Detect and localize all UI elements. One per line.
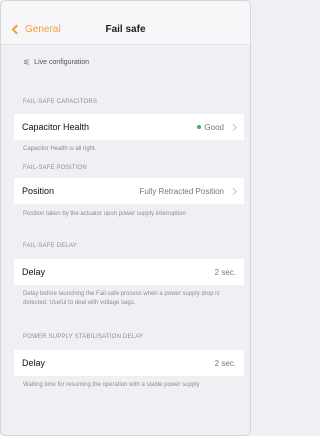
stabilisation-note: Waiting time for resuming the operation … (23, 382, 200, 388)
section-header-delay: FAIL-SAFE DELAY (23, 243, 77, 249)
capacitor-health-note: Capacitor Health is all right. (23, 146, 97, 152)
capacitor-health-value: Good (197, 122, 238, 132)
position-title: Position (22, 186, 55, 196)
capacitor-health-status: Good (204, 122, 224, 132)
live-configuration-row[interactable]: ⚟ Live configuration (23, 58, 89, 67)
section-header-stabilisation: POWER SUPPLY STABILISATION DELAY (23, 334, 144, 340)
chevron-right-icon (229, 123, 238, 131)
navigation-bar: General Fail safe (1, 1, 250, 45)
capacitor-health-title: Capacitor Health (22, 122, 90, 132)
page-title: Fail safe (105, 24, 146, 35)
delay-value: 2 sec. (214, 267, 236, 277)
stabilisation-delay-value: 2 sec. (214, 358, 236, 368)
stabilisation-delay-cell[interactable]: Delay 2 sec. (14, 350, 244, 376)
stabilisation-delay-title: Delay (22, 358, 46, 368)
position-status: Fully Retracted Position (139, 186, 224, 196)
status-dot-icon (197, 125, 202, 129)
section-header-capacitors: FAIL-SAFE CAPACITORS (23, 99, 98, 105)
settings-screen: General Fail safe ⚟ Live configuration F… (0, 0, 251, 436)
live-configuration-label: Live configuration (34, 59, 90, 66)
capacitor-health-cell[interactable]: Capacitor Health Good (14, 114, 244, 140)
section-header-position: FAIL-SAFE POSITION (23, 165, 87, 171)
delay-note: Delay before launching the Fail-safe pro… (23, 291, 220, 306)
position-note: Position taken by the actuator upon powe… (23, 211, 186, 217)
delay-cell[interactable]: Delay 2 sec. (14, 259, 244, 285)
position-cell[interactable]: Position Fully Retracted Position (14, 178, 244, 204)
toggle-icon[interactable]: ⚟ (23, 58, 30, 67)
position-value: Fully Retracted Position (139, 186, 238, 196)
delay-title: Delay (22, 267, 46, 277)
chevron-right-icon (229, 187, 238, 195)
